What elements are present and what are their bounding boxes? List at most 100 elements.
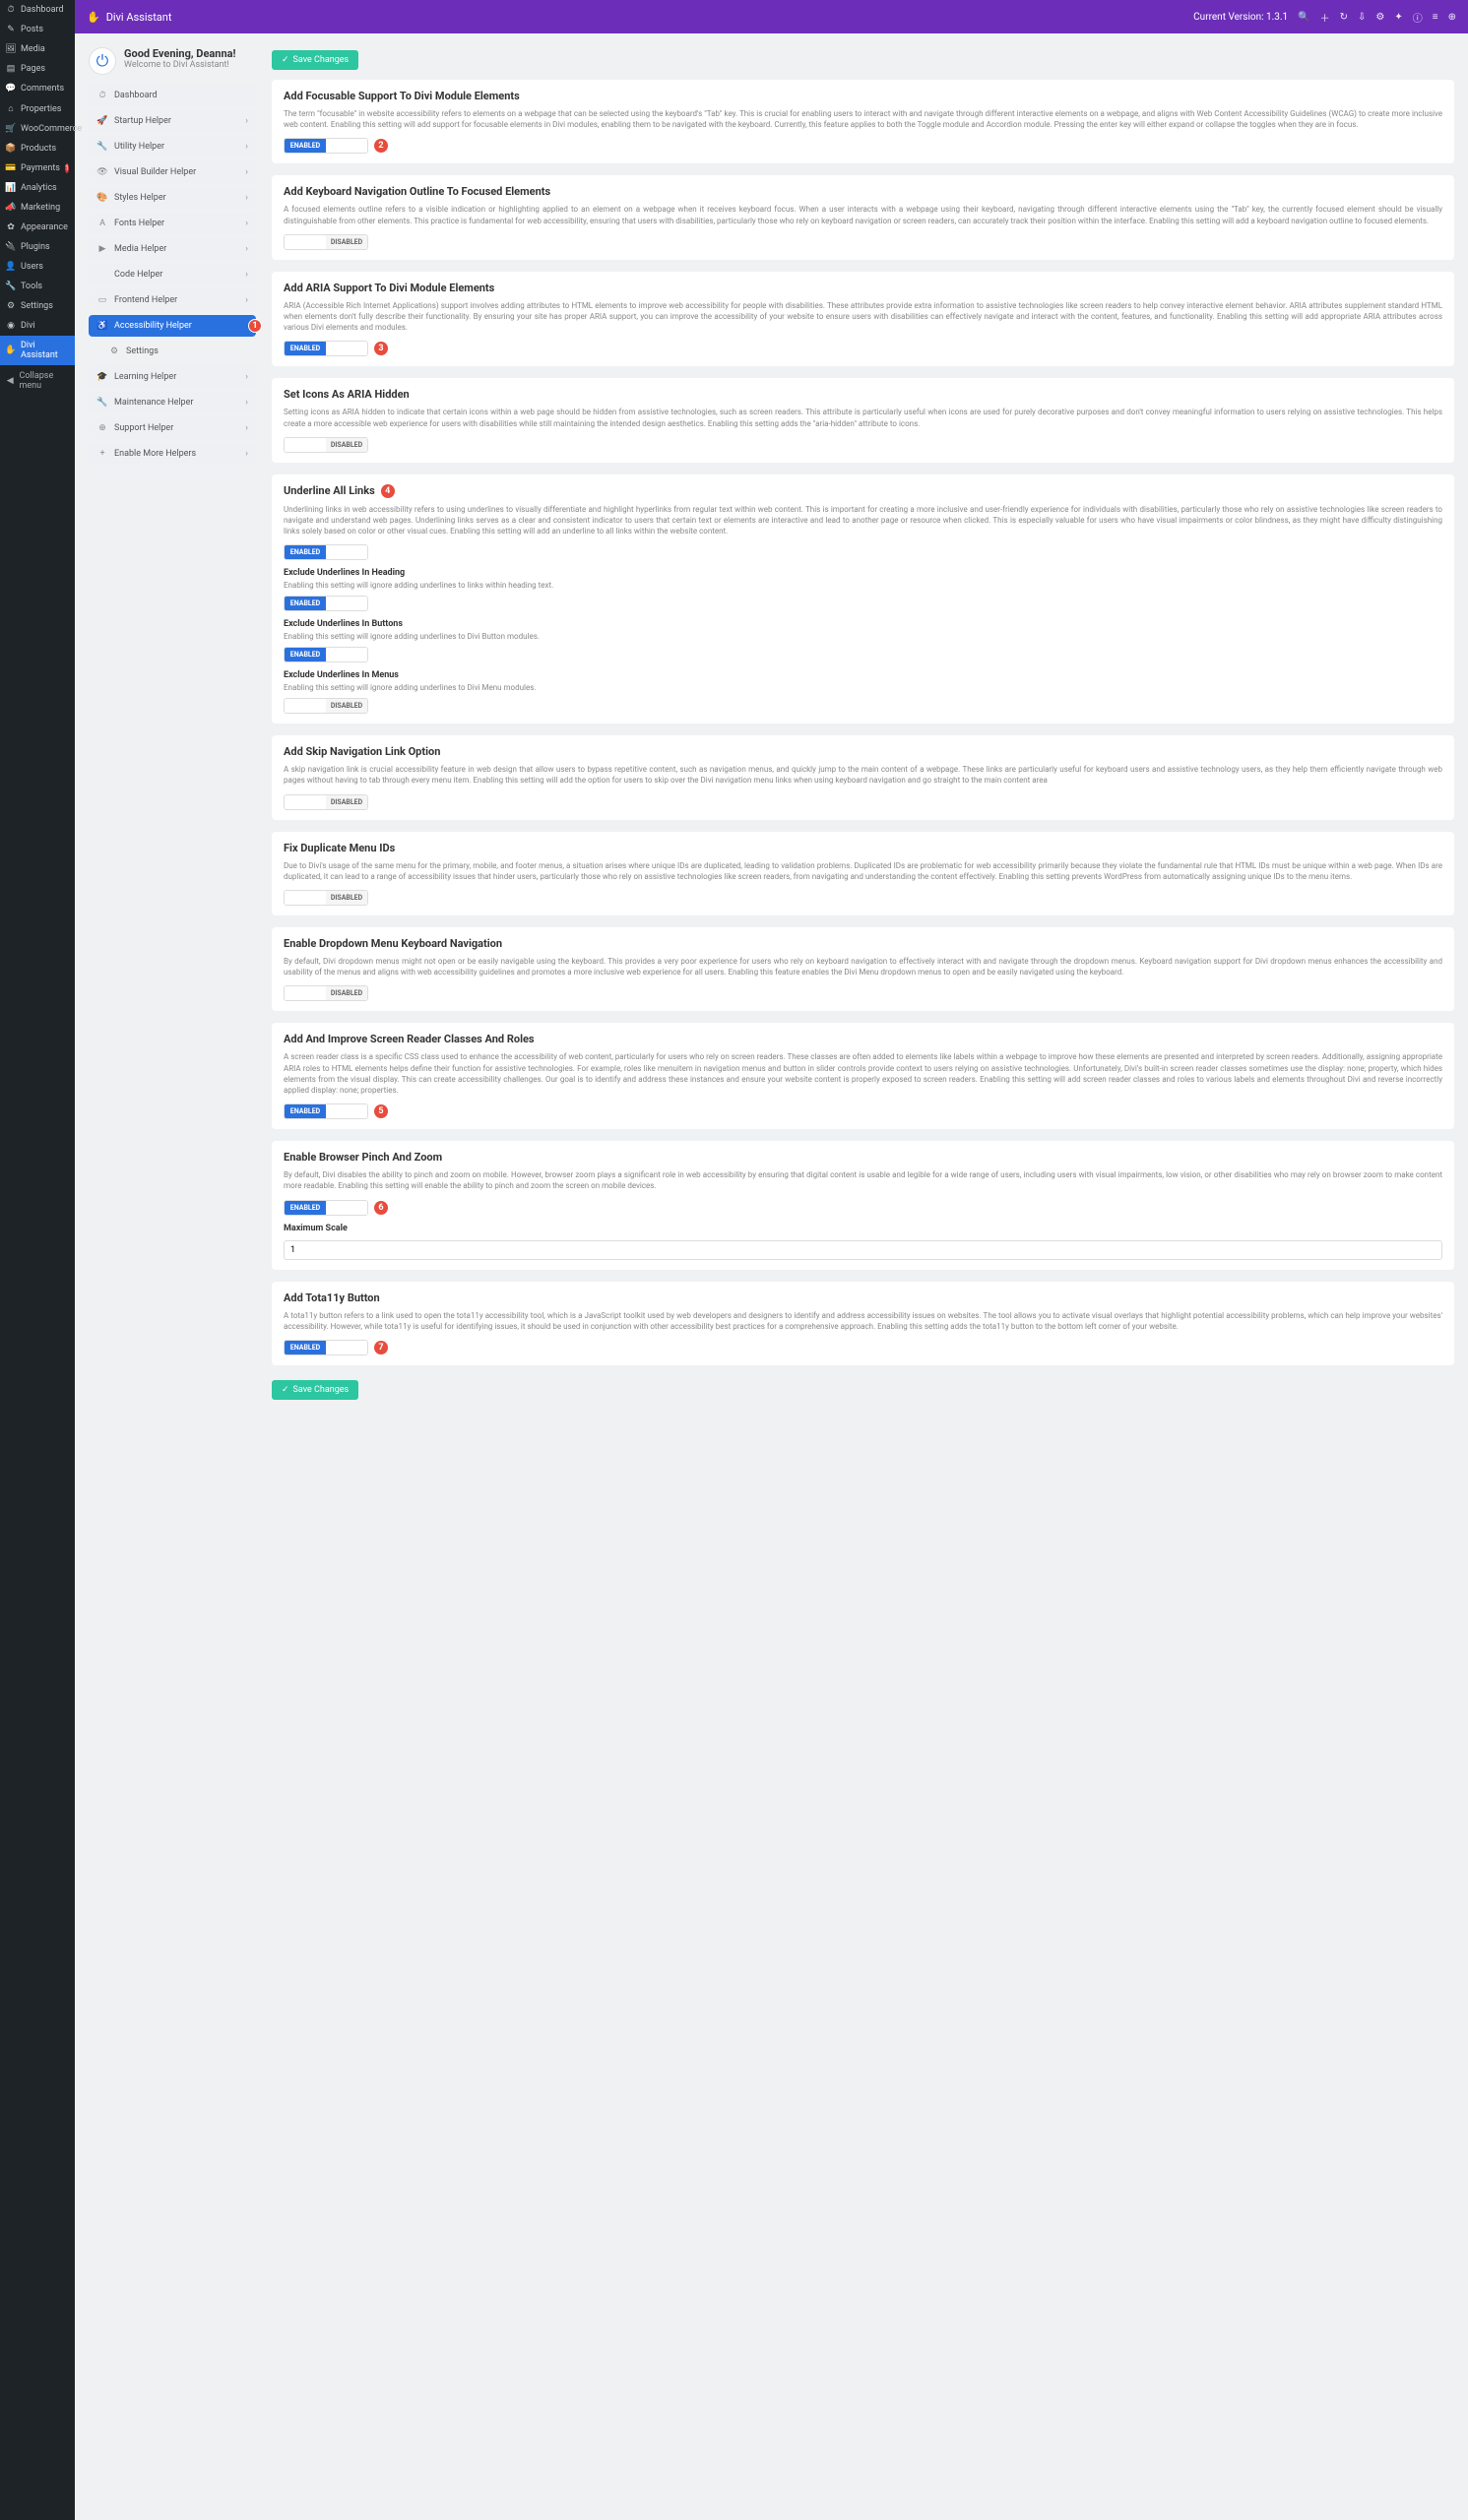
download-icon[interactable]: ⇩ [1358,12,1366,23]
save-changes-button[interactable]: ✓ Save Changes [272,50,358,70]
sub-setting-title: Exclude Underlines In Heading [284,568,1442,578]
helper-visual-builder-helper[interactable]: 👁Visual Builder Helper› [89,161,256,183]
setting-title: Add Keyboard Navigation Outline To Focus… [284,185,1442,198]
wp-menu-marketing[interactable]: 📣Marketing [0,198,75,218]
sub-setting-title: Exclude Underlines In Menus [284,670,1442,680]
helper-enable-more-helpers[interactable]: +Enable More Helpers› [89,443,256,465]
sub-setting-description: Enabling this setting will ignore adding… [284,581,1442,590]
wp-menu-media[interactable]: 🖼Media [0,39,75,59]
helper-dashboard[interactable]: ⏱Dashboard [89,85,256,106]
power-icon: ⏻ [89,47,116,75]
helper-styles-helper[interactable]: 🎨Styles Helper› [89,187,256,209]
chevron-right-icon: › [245,116,248,126]
step-badge: 7 [374,1341,388,1354]
wp-menu-appearance[interactable]: ✿Appearance [0,218,75,237]
wp-menu-analytics[interactable]: 📊Analytics [0,178,75,198]
helper-settings[interactable]: ⚙Settings [89,341,256,362]
save-changes-button-bottom[interactable]: ✓ Save Changes [272,1380,358,1400]
wp-menu-properties[interactable]: ⌂Properties [0,98,75,119]
setting-card: Fix Duplicate Menu IDs Due to Divi's usag… [272,832,1454,915]
helper-learning-helper[interactable]: 🎓Learning Helper› [89,366,256,388]
refresh-icon[interactable]: ↻ [1340,12,1348,23]
enable-toggle[interactable]: ENABLED [284,341,368,356]
enable-toggle[interactable]: DISABLED [284,890,368,906]
expand-icon[interactable]: ⊕ [1448,12,1456,23]
add-icon[interactable]: ＋ [1320,10,1330,25]
setting-description: Underlining links in web accessibility r… [284,504,1442,537]
helper-maintenance-helper[interactable]: 🔧Maintenance Helper› [89,392,256,413]
setting-title: Fix Duplicate Menu IDs [284,842,1442,854]
wp-menu-posts[interactable]: ✎Posts [0,20,75,39]
setting-card: Add Focusable Support To Divi Module Ele… [272,80,1454,163]
enable-toggle[interactable]: ENABLED [284,647,368,662]
enable-toggle[interactable]: ENABLED [284,1200,368,1216]
wp-menu-comments[interactable]: 💬Comments [0,79,75,98]
wp-menu-dashboard[interactable]: ⏱Dashboard [0,0,75,20]
setting-title: Underline All Links 4 [284,484,1442,498]
sparkle-icon[interactable]: ✦ [1394,12,1402,23]
setting-card: Enable Dropdown Menu Keyboard Navigation… [272,927,1454,1011]
helpers-navigation: ⏱Dashboard 🚀Startup Helper› 🔧Utility Helpe… [89,85,256,465]
enable-toggle[interactable]: DISABLED [284,234,368,250]
setting-title: Add And Improve Screen Reader Classes An… [284,1033,1442,1045]
wp-menu-woocommerce[interactable]: 🛒WooCommerce [0,119,75,139]
chevron-right-icon: › [245,423,248,433]
helper-accessibility-helper[interactable]: ♿Accessibility Helper1 [89,315,256,337]
wp-menu-divi-assistant[interactable]: ✋Divi Assistant [0,336,75,365]
maximum-scale-input[interactable] [284,1240,1442,1260]
enable-toggle[interactable]: ENABLED [284,1340,368,1355]
setting-card: Add ARIA Support To Divi Module Elements… [272,272,1454,367]
sub-setting-description: Enabling this setting will ignore adding… [284,683,1442,692]
wp-menu-pages[interactable]: ▤Pages [0,59,75,79]
step-badge: 2 [374,139,388,153]
sub-setting-title: Exclude Underlines In Buttons [284,619,1442,629]
chevron-right-icon: › [245,372,248,382]
wp-menu-tools[interactable]: 🔧Tools [0,277,75,296]
step-badge: 6 [374,1201,388,1215]
step-badge: 3 [374,342,388,355]
helper-media-helper[interactable]: ▶Media Helper› [89,238,256,260]
enable-toggle[interactable]: DISABLED [284,437,368,453]
enable-toggle[interactable]: DISABLED [284,698,368,714]
enable-toggle[interactable]: ENABLED [284,544,368,560]
helper-fonts-helper[interactable]: AFonts Helper› [89,213,256,234]
enable-toggle[interactable]: ENABLED [284,596,368,611]
setting-card: Add Skip Navigation Link OptionA skip na… [272,735,1454,819]
info-icon[interactable]: ⓘ [1413,10,1423,25]
list-icon[interactable]: ≡ [1433,12,1438,23]
gear-icon[interactable]: ⚙ [1375,12,1384,23]
setting-title: Add Focusable Support To Divi Module Ele… [284,90,1442,102]
setting-description: A screen reader class is a specific CSS … [284,1051,1442,1096]
setting-title: Enable Dropdown Menu Keyboard Navigation [284,937,1442,950]
setting-description: By default, Divi dropdown menus might no… [284,956,1442,977]
setting-description: Due to Divi's usage of the same menu for… [284,860,1442,882]
wp-menu-divi[interactable]: ◉Divi [0,316,75,336]
wp-menu-plugins[interactable]: 🔌Plugins [0,237,75,257]
wp-menu-payments[interactable]: 💳Payments1 [0,158,75,178]
search-icon[interactable]: 🔍 [1298,12,1309,23]
step-badge: 1 [248,319,262,333]
wp-menu-products[interactable]: 📦Products [0,139,75,158]
enable-toggle[interactable]: ENABLED [284,1103,368,1119]
helper-code-helper[interactable]: Code Helper› [89,264,256,285]
setting-description: A focused elements outline refers to a v… [284,204,1442,225]
wp-menu-settings[interactable]: ⚙Settings [0,296,75,316]
wp-menu-users[interactable]: 👤Users [0,257,75,277]
wp-menu-collapse-menu[interactable]: ◀Collapse menu [0,365,75,397]
helper-utility-helper[interactable]: 🔧Utility Helper› [89,136,256,158]
setting-title: Enable Browser Pinch And Zoom [284,1151,1442,1164]
chevron-right-icon: › [245,270,248,280]
setting-card: Underline All Links 4 Underlining links i… [272,474,1454,724]
setting-card: Set Icons As ARIA HiddenSetting icons as… [272,378,1454,462]
setting-description: ARIA (Accessible Rich Internet Applicati… [284,300,1442,334]
enable-toggle[interactable]: ENABLED [284,138,368,154]
helper-support-helper[interactable]: ⊕Support Helper› [89,417,256,439]
helper-startup-helper[interactable]: 🚀Startup Helper› [89,110,256,132]
helper-frontend-helper[interactable]: ▭Frontend Helper› [89,289,256,311]
setting-title: Add Skip Navigation Link Option [284,745,1442,758]
chevron-right-icon: › [245,167,248,177]
enable-toggle[interactable]: DISABLED [284,794,368,810]
plugin-topbar: ✋ Divi Assistant Current Version: 1.3.1 … [75,0,1468,33]
setting-description: Setting icons as ARIA hidden to indicate… [284,407,1442,428]
enable-toggle[interactable]: DISABLED [284,985,368,1001]
